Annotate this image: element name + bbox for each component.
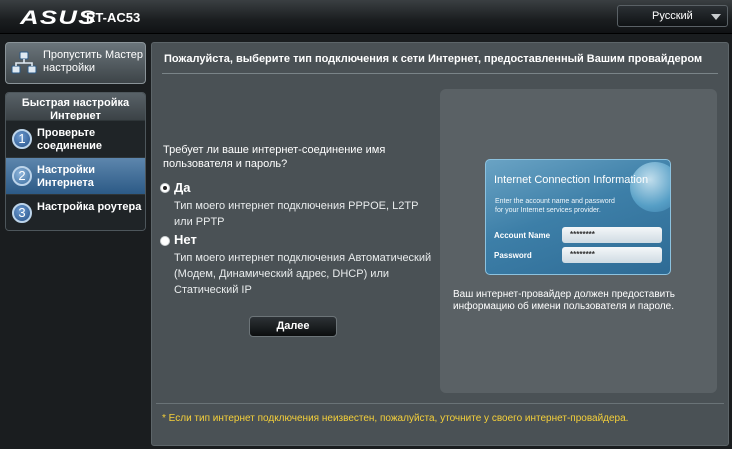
option-yes-label[interactable]: Да: [174, 180, 191, 195]
skip-wizard-button[interactable]: Пропустить Мастер настройки: [5, 42, 146, 84]
divider: [156, 403, 724, 404]
network-icon: [11, 51, 37, 74]
info-panel: Internet Connection Information Enter th…: [440, 89, 717, 393]
card-password-field: ********: [562, 247, 662, 263]
option-yes-description: Тип моего интернет подключения PPPOE, L2…: [174, 200, 419, 228]
card-subtitle: Enter the account name and password for …: [495, 198, 615, 214]
menu-title: Быстрая настройка Интернет: [6, 93, 145, 120]
info-text: Ваш интернет-провайдер должен предостави…: [453, 289, 676, 312]
menu-step-router-setup[interactable]: 3 Настройка роутера: [6, 194, 145, 230]
menu-step-label: Настройка роутера: [37, 201, 142, 213]
skip-wizard-label: Пропустить Мастер настройки: [43, 49, 144, 74]
next-button[interactable]: Далее: [249, 316, 337, 337]
radio-yes[interactable]: [160, 183, 170, 193]
language-select-value: Русский: [652, 10, 693, 22]
step-number-icon: 1: [12, 129, 32, 149]
connection-info-illustration: Internet Connection Information Enter th…: [485, 159, 671, 275]
menu-step-label: Настройки Интернета: [37, 164, 96, 189]
divider: [162, 73, 718, 74]
language-select[interactable]: Русский: [617, 5, 728, 27]
menu-step-internet-settings[interactable]: 2 Настройки Интернета: [6, 157, 145, 194]
menu-step-label: Проверьте соединение: [37, 127, 102, 152]
card-password-label: Password: [494, 251, 532, 260]
option-no-description: Тип моего интернет подключения Автоматич…: [174, 252, 432, 296]
option-no-label[interactable]: Нет: [174, 232, 197, 247]
step-number-icon: 3: [12, 203, 32, 223]
quick-setup-menu: Быстрая настройка Интернет 1 Проверьте с…: [5, 92, 146, 231]
globe-icon: [630, 162, 670, 212]
router-model: RT-AC53: [86, 10, 141, 25]
step-number-icon: 2: [12, 166, 32, 186]
menu-step-check-connection[interactable]: 1 Проверьте соединение: [6, 120, 145, 157]
page-title: Пожалуйста, выберите тип подключения к с…: [164, 53, 703, 65]
radio-no[interactable]: [160, 236, 170, 246]
main-panel: Пожалуйста, выберите тип подключения к с…: [151, 42, 729, 446]
auth-question: Требует ли ваше интернет-соединение имя …: [163, 144, 386, 170]
card-title: Internet Connection Information: [494, 174, 649, 186]
card-account-field: ********: [562, 227, 662, 243]
footnote: * Если тип интернет подключения неизвест…: [162, 413, 629, 424]
card-account-label: Account Name: [494, 231, 551, 240]
chevron-down-icon: [711, 14, 721, 20]
top-bar: ASUS RT-AC53 Русский: [0, 0, 732, 34]
